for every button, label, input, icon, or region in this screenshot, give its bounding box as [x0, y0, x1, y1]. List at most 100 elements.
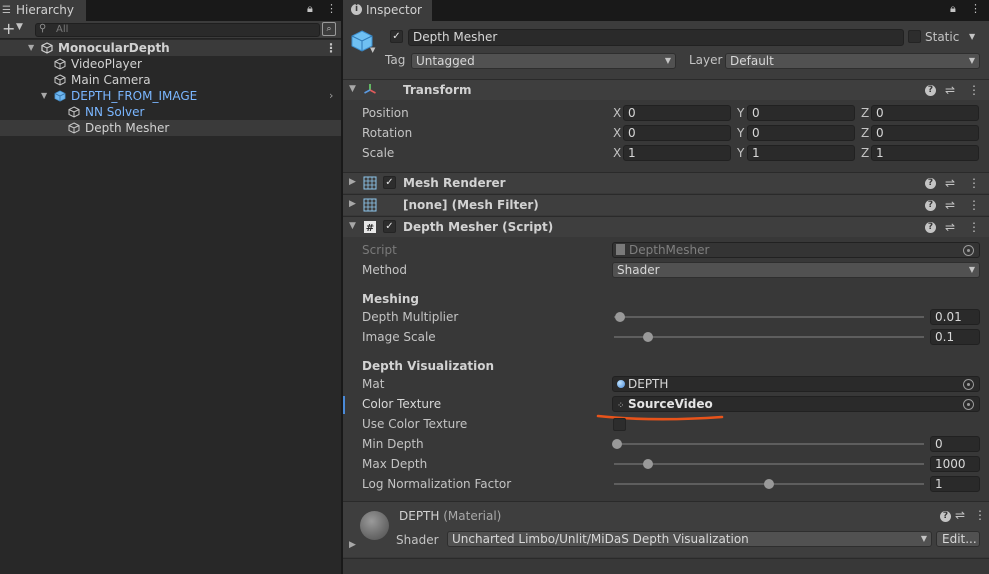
fold-closed-icon[interactable]: ▶	[349, 177, 356, 187]
fold-open-icon[interactable]: ▼	[28, 40, 34, 56]
gameobject-icon	[54, 58, 66, 70]
presets-icon[interactable]: ⇌	[945, 220, 955, 234]
image-scale-slider-track[interactable]	[614, 336, 924, 338]
inspector-tab-label: Inspector	[366, 3, 422, 17]
min-depth-slider-track[interactable]	[614, 443, 924, 445]
mesh-renderer-header[interactable]: ▶ ✓ Mesh Renderer ? ⇌ ⋮	[343, 172, 989, 193]
hierarchy-tab[interactable]: ☰ Hierarchy	[0, 0, 86, 21]
script-enabled-checkbox[interactable]: ✓	[383, 220, 396, 233]
list-item[interactable]: NN Solver	[0, 104, 341, 120]
component-menu-icon[interactable]: ⋮	[974, 508, 986, 522]
transform-header[interactable]: ▼ Transform ? ⇌ ⋮	[343, 79, 989, 100]
search-input[interactable]: ⚲ All	[35, 23, 320, 37]
axis-y-label: Y	[737, 126, 745, 140]
component-menu-icon[interactable]: ⋮	[968, 198, 980, 212]
object-picker-icon[interactable]	[963, 379, 974, 390]
shader-dropdown[interactable]: Uncharted Limbo/Unlit/MiDaS Depth Visual…	[447, 531, 932, 547]
mat-value: DEPTH	[628, 377, 669, 391]
scale-z-field[interactable]: 1	[871, 145, 979, 161]
max-depth-field[interactable]: 1000	[930, 456, 980, 472]
presets-icon[interactable]: ⇌	[945, 83, 955, 97]
depth-multiplier-slider-track[interactable]	[614, 316, 924, 318]
static-label: Static	[925, 30, 960, 44]
icon-dropdown-arrow[interactable]: ▼	[370, 46, 375, 54]
log-normalization-slider-thumb[interactable]	[764, 479, 774, 489]
presets-icon[interactable]: ⇌	[955, 508, 965, 522]
help-icon[interactable]: ?	[925, 178, 936, 189]
fold-closed-icon[interactable]: ▶	[349, 199, 356, 209]
depth-multiplier-slider-thumb[interactable]	[615, 312, 625, 322]
list-item[interactable]: Depth Mesher	[0, 120, 341, 136]
min-depth-field[interactable]: 0	[930, 436, 980, 452]
use-color-texture-checkbox[interactable]	[613, 418, 626, 431]
script-reference-value: DepthMesher	[629, 243, 710, 257]
depth-multiplier-field[interactable]: 0.01	[930, 309, 980, 325]
lock-icon[interactable]: 🔒︎	[307, 2, 313, 16]
lock-icon[interactable]: 🔒︎	[950, 2, 956, 16]
object-picker-icon[interactable]	[963, 399, 974, 410]
transform-icon	[364, 84, 376, 94]
chevron-right-icon[interactable]: ›	[329, 88, 333, 104]
method-dropdown[interactable]: Shader ▼	[612, 262, 980, 278]
help-icon[interactable]: ?	[925, 85, 936, 96]
max-depth-slider-thumb[interactable]	[643, 459, 653, 469]
help-icon[interactable]: ?	[925, 222, 936, 233]
static-checkbox[interactable]	[908, 30, 921, 43]
mesh-filter-icon	[363, 198, 377, 212]
image-scale-slider-thumb[interactable]	[643, 332, 653, 342]
layer-dropdown[interactable]: Default ▼	[725, 53, 980, 69]
presets-icon[interactable]: ⇌	[945, 176, 955, 190]
mesh-filter-header[interactable]: ▶ [none] (Mesh Filter) ? ⇌ ⋮	[343, 194, 989, 215]
axis-z-label: Z	[861, 106, 870, 120]
position-x-field[interactable]: 0	[623, 105, 731, 121]
scene-menu-icon[interactable]: ⋮	[325, 40, 337, 56]
scale-x-field[interactable]: 1	[623, 145, 731, 161]
position-z-field[interactable]: 0	[871, 105, 979, 121]
rotation-x-field[interactable]: 0	[623, 125, 731, 141]
component-menu-icon[interactable]: ⋮	[968, 220, 980, 234]
chevron-down-icon: ▼	[968, 56, 975, 65]
help-icon[interactable]: ?	[940, 511, 951, 522]
color-texture-object-field[interactable]: ⁘ SourceVideo	[612, 396, 980, 412]
component-menu-icon[interactable]: ⋮	[968, 83, 980, 97]
add-icon[interactable]: +	[2, 19, 15, 38]
object-name-field[interactable]: Depth Mesher	[408, 29, 904, 46]
rotation-z-field[interactable]: 0	[871, 125, 979, 141]
inspector-tab[interactable]: i Inspector	[343, 0, 432, 21]
chevron-down-icon[interactable]: ▼	[16, 22, 23, 32]
list-item[interactable]: VideoPlayer	[0, 56, 341, 72]
depth-mesher-script-header[interactable]: ▼ # ✓ Depth Mesher (Script) ? ⇌ ⋮	[343, 216, 989, 237]
max-depth-label: Max Depth	[362, 457, 428, 471]
image-scale-field[interactable]: 0.1	[930, 329, 980, 345]
min-depth-slider-thumb[interactable]	[612, 439, 622, 449]
fold-open-icon[interactable]: ▼	[349, 84, 356, 94]
log-normalization-field[interactable]: 1	[930, 476, 980, 492]
scale-y-field[interactable]: 1	[747, 145, 855, 161]
static-dropdown-icon[interactable]: ▼	[969, 32, 975, 41]
position-label: Position	[362, 106, 409, 120]
unity-scene-icon	[41, 42, 53, 54]
shader-edit-button[interactable]: Edit...	[936, 531, 980, 547]
list-item[interactable]: Main Camera	[0, 72, 341, 88]
rotation-y-field[interactable]: 0	[747, 125, 855, 141]
fold-closed-icon[interactable]: ▶	[349, 540, 356, 550]
component-menu-icon[interactable]: ⋮	[968, 176, 980, 190]
scene-visibility-icon[interactable]: ⌕	[322, 22, 336, 36]
fold-open-icon[interactable]: ▼	[349, 221, 356, 231]
tag-dropdown[interactable]: Untagged ▼	[411, 53, 676, 69]
more-options-icon[interactable]: ⋮	[326, 2, 337, 15]
help-icon[interactable]: ?	[925, 200, 936, 211]
scene-row[interactable]: ▼ MonocularDepth ⋮	[0, 40, 341, 56]
depth-multiplier-label: Depth Multiplier	[362, 310, 459, 324]
active-checkbox[interactable]: ✓	[390, 30, 403, 43]
presets-icon[interactable]: ⇌	[945, 198, 955, 212]
mesh-renderer-enabled-checkbox[interactable]: ✓	[383, 176, 396, 189]
more-options-icon[interactable]: ⋮	[970, 2, 981, 15]
mat-object-field[interactable]: DEPTH	[612, 376, 980, 392]
position-y-field[interactable]: 0	[747, 105, 855, 121]
max-depth-slider-track[interactable]	[614, 463, 924, 465]
layer-label: Layer	[689, 53, 723, 67]
list-item[interactable]: ▼ DEPTH_FROM_IMAGE ›	[0, 88, 341, 104]
fold-open-icon[interactable]: ▼	[41, 88, 47, 104]
object-picker-icon	[963, 245, 974, 256]
